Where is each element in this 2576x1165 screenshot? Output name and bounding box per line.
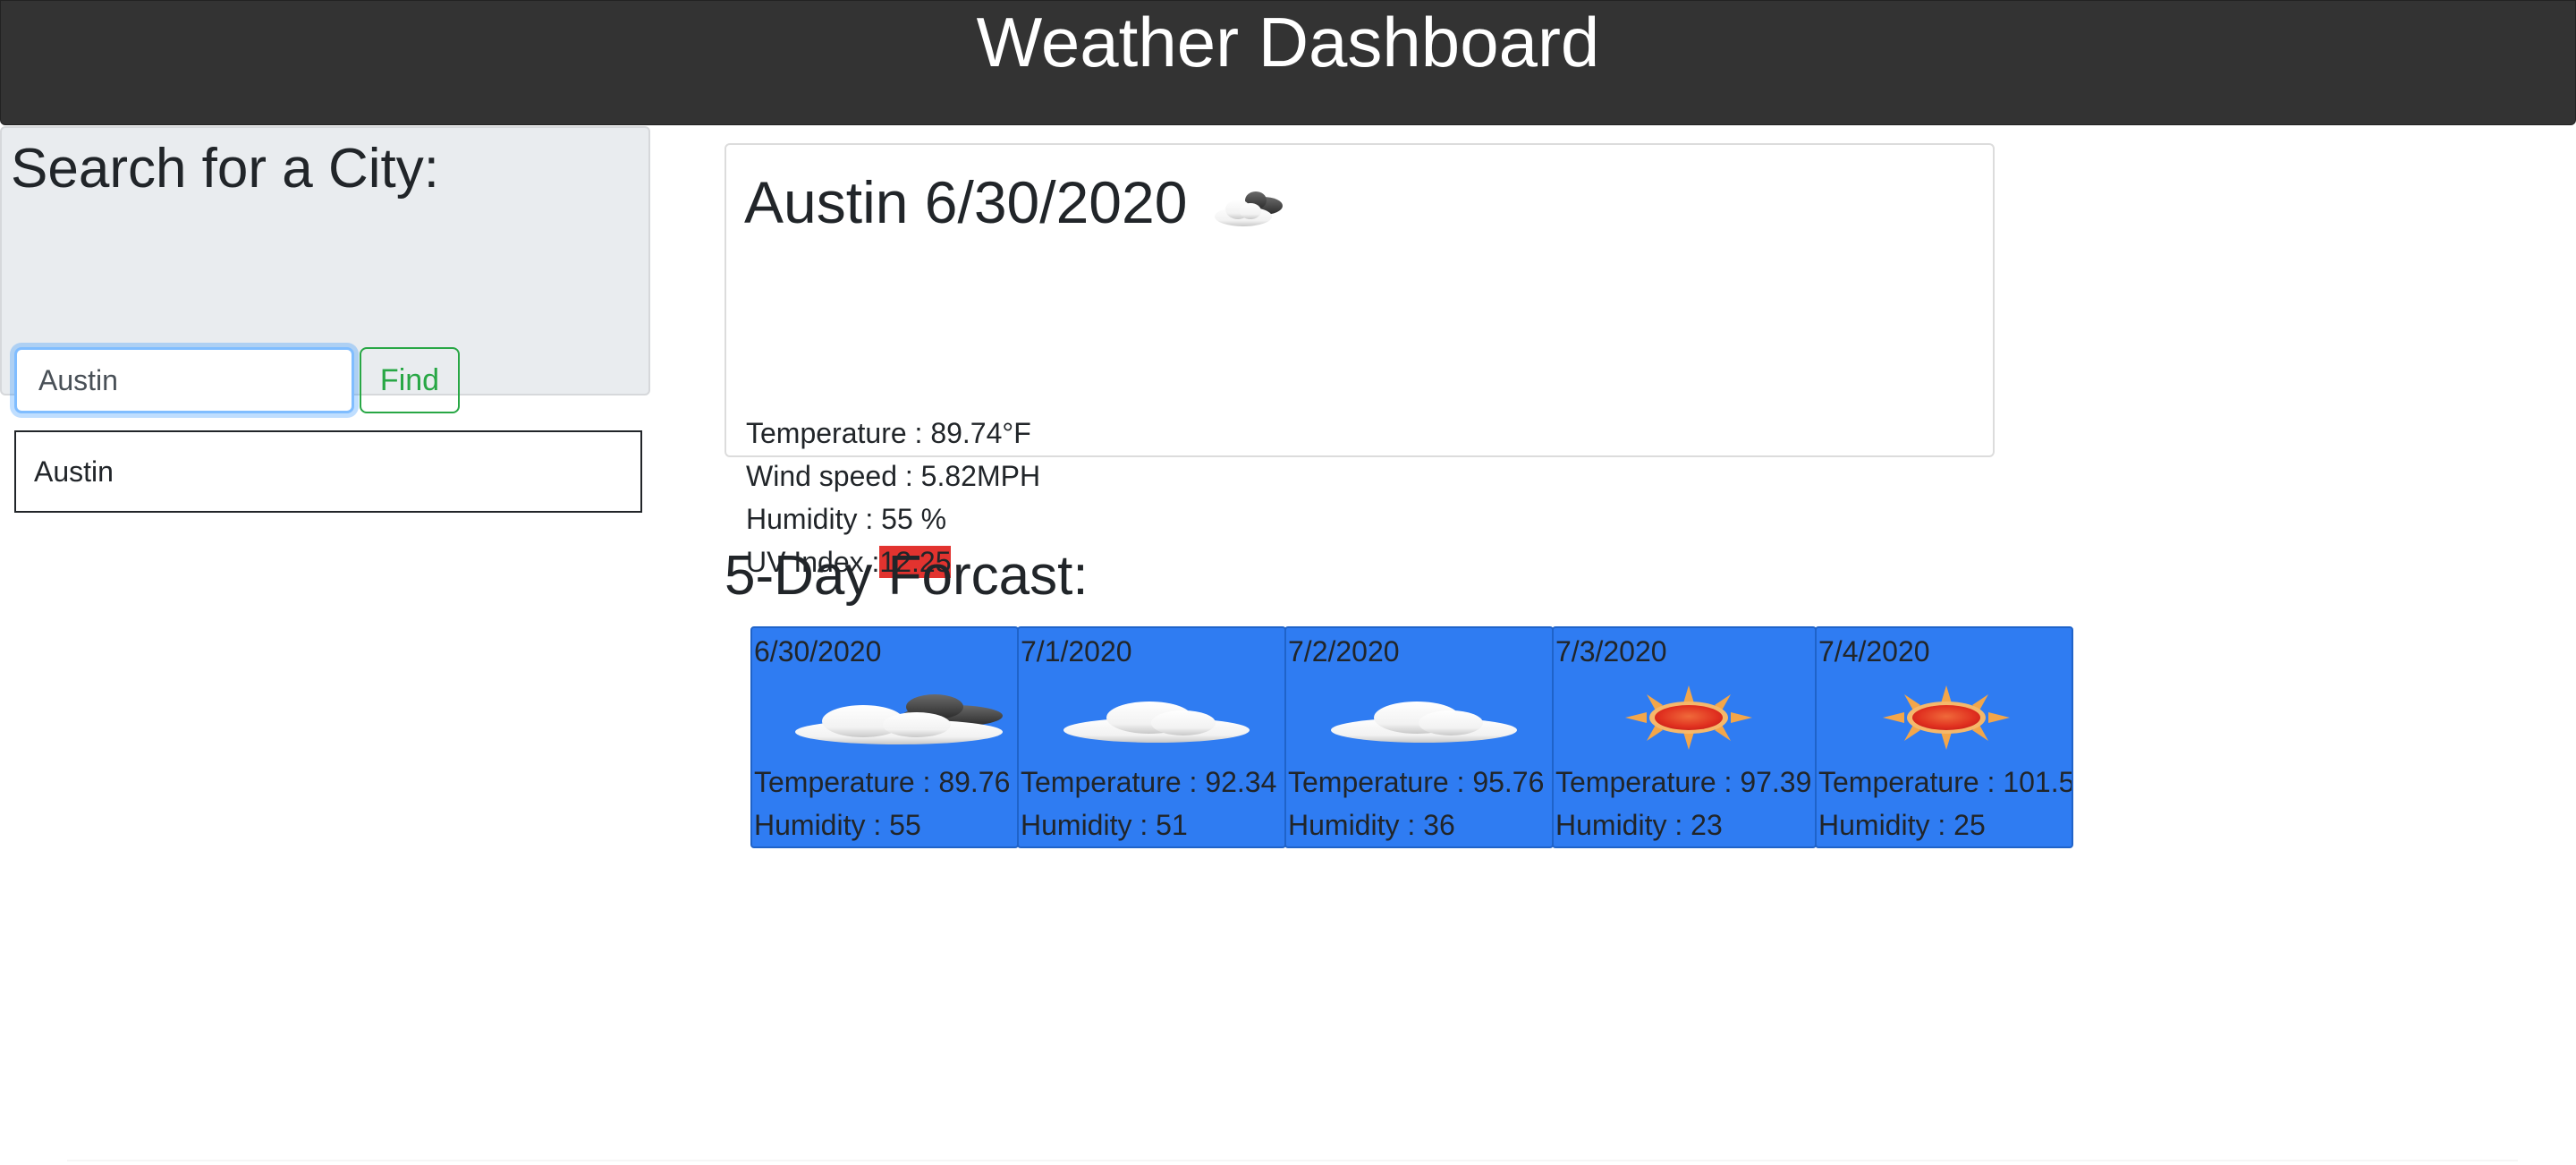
- search-heading: Search for a City:: [11, 138, 439, 200]
- forecast-humidity: Humidity : 55: [754, 809, 921, 841]
- humidity-value: 55 %: [881, 503, 947, 535]
- cloud-icon: [1331, 702, 1517, 743]
- forecast-date: 6/30/2020: [754, 635, 882, 668]
- forecast-date: 7/1/2020: [1021, 635, 1132, 668]
- forecast-temperature: Temperature : 97.39: [1555, 766, 1812, 798]
- forecast-card: 7/2/2020 Temperature : 95.76 Humidity : …: [1284, 626, 1554, 848]
- forecast-humidity: Humidity : 36: [1288, 809, 1455, 841]
- footer-divider: [67, 1160, 2518, 1161]
- current-date: 6/30/2020: [924, 169, 1188, 235]
- forecast-card: 7/3/2020 Temperature : 97.39 Humidity : …: [1552, 626, 1817, 848]
- current-city: Austin: [744, 169, 909, 235]
- forecast-title: 5-Day Forcast:: [724, 545, 1089, 607]
- sun-icon: [1883, 685, 2010, 750]
- forecast-humidity: Humidity : 23: [1555, 809, 1723, 841]
- current-wind: Wind speed : 5.82MPH: [746, 458, 1040, 494]
- forecast-date: 7/3/2020: [1555, 635, 1667, 668]
- forecast-temperature: Temperature : 95.76: [1288, 766, 1545, 798]
- forecast-humidity: Humidity : 25: [1818, 809, 1986, 841]
- sun-icon: [1625, 685, 1752, 750]
- broken-clouds-icon: [795, 694, 1003, 744]
- page-title: Weather Dashboard: [976, 3, 1600, 81]
- cloud-sun-icon: [1214, 191, 1283, 226]
- city-search-input[interactable]: [14, 347, 354, 413]
- forecast-temperature: Temperature : 92.34: [1021, 766, 1277, 798]
- forecast-humidity: Humidity : 51: [1021, 809, 1188, 841]
- current-weather-card: Austin 6/30/2020 Temperature : 89.74°F W…: [724, 143, 1995, 578]
- search-history-item[interactable]: Austin: [14, 430, 642, 513]
- app-header: Weather Dashboard: [0, 0, 2576, 125]
- current-humidity: Humidity : 55 %: [746, 501, 946, 537]
- wind-label: Wind speed :: [746, 460, 921, 492]
- wind-value: 5.82MPH: [920, 460, 1041, 492]
- forecast-card: 7/1/2020 Temperature : 92.34 Humidity : …: [1017, 626, 1286, 848]
- forecast-temperature: Temperature : 89.76: [754, 766, 1011, 798]
- forecast-card: 6/30/2020 Temperature : 89.76 Humidity :…: [750, 626, 1019, 848]
- cloud-icon: [1063, 702, 1250, 743]
- temperature-label: Temperature :: [746, 417, 931, 449]
- find-button[interactable]: Find: [360, 347, 460, 413]
- forecast-date: 7/2/2020: [1288, 635, 1400, 668]
- forecast-card: 7/4/2020 Temperature : 101.5 Humidity : …: [1815, 626, 2073, 848]
- current-temperature: Temperature : 89.74°F: [746, 415, 1031, 451]
- humidity-label: Humidity :: [746, 503, 882, 535]
- forecast-temperature: Temperature : 101.5: [1818, 766, 2073, 798]
- current-city-heading: Austin 6/30/2020: [744, 168, 1290, 236]
- search-panel: Search for a City: Find Austin: [0, 126, 650, 513]
- forecast-date: 7/4/2020: [1818, 635, 1930, 668]
- temperature-value: 89.74°F: [930, 417, 1031, 449]
